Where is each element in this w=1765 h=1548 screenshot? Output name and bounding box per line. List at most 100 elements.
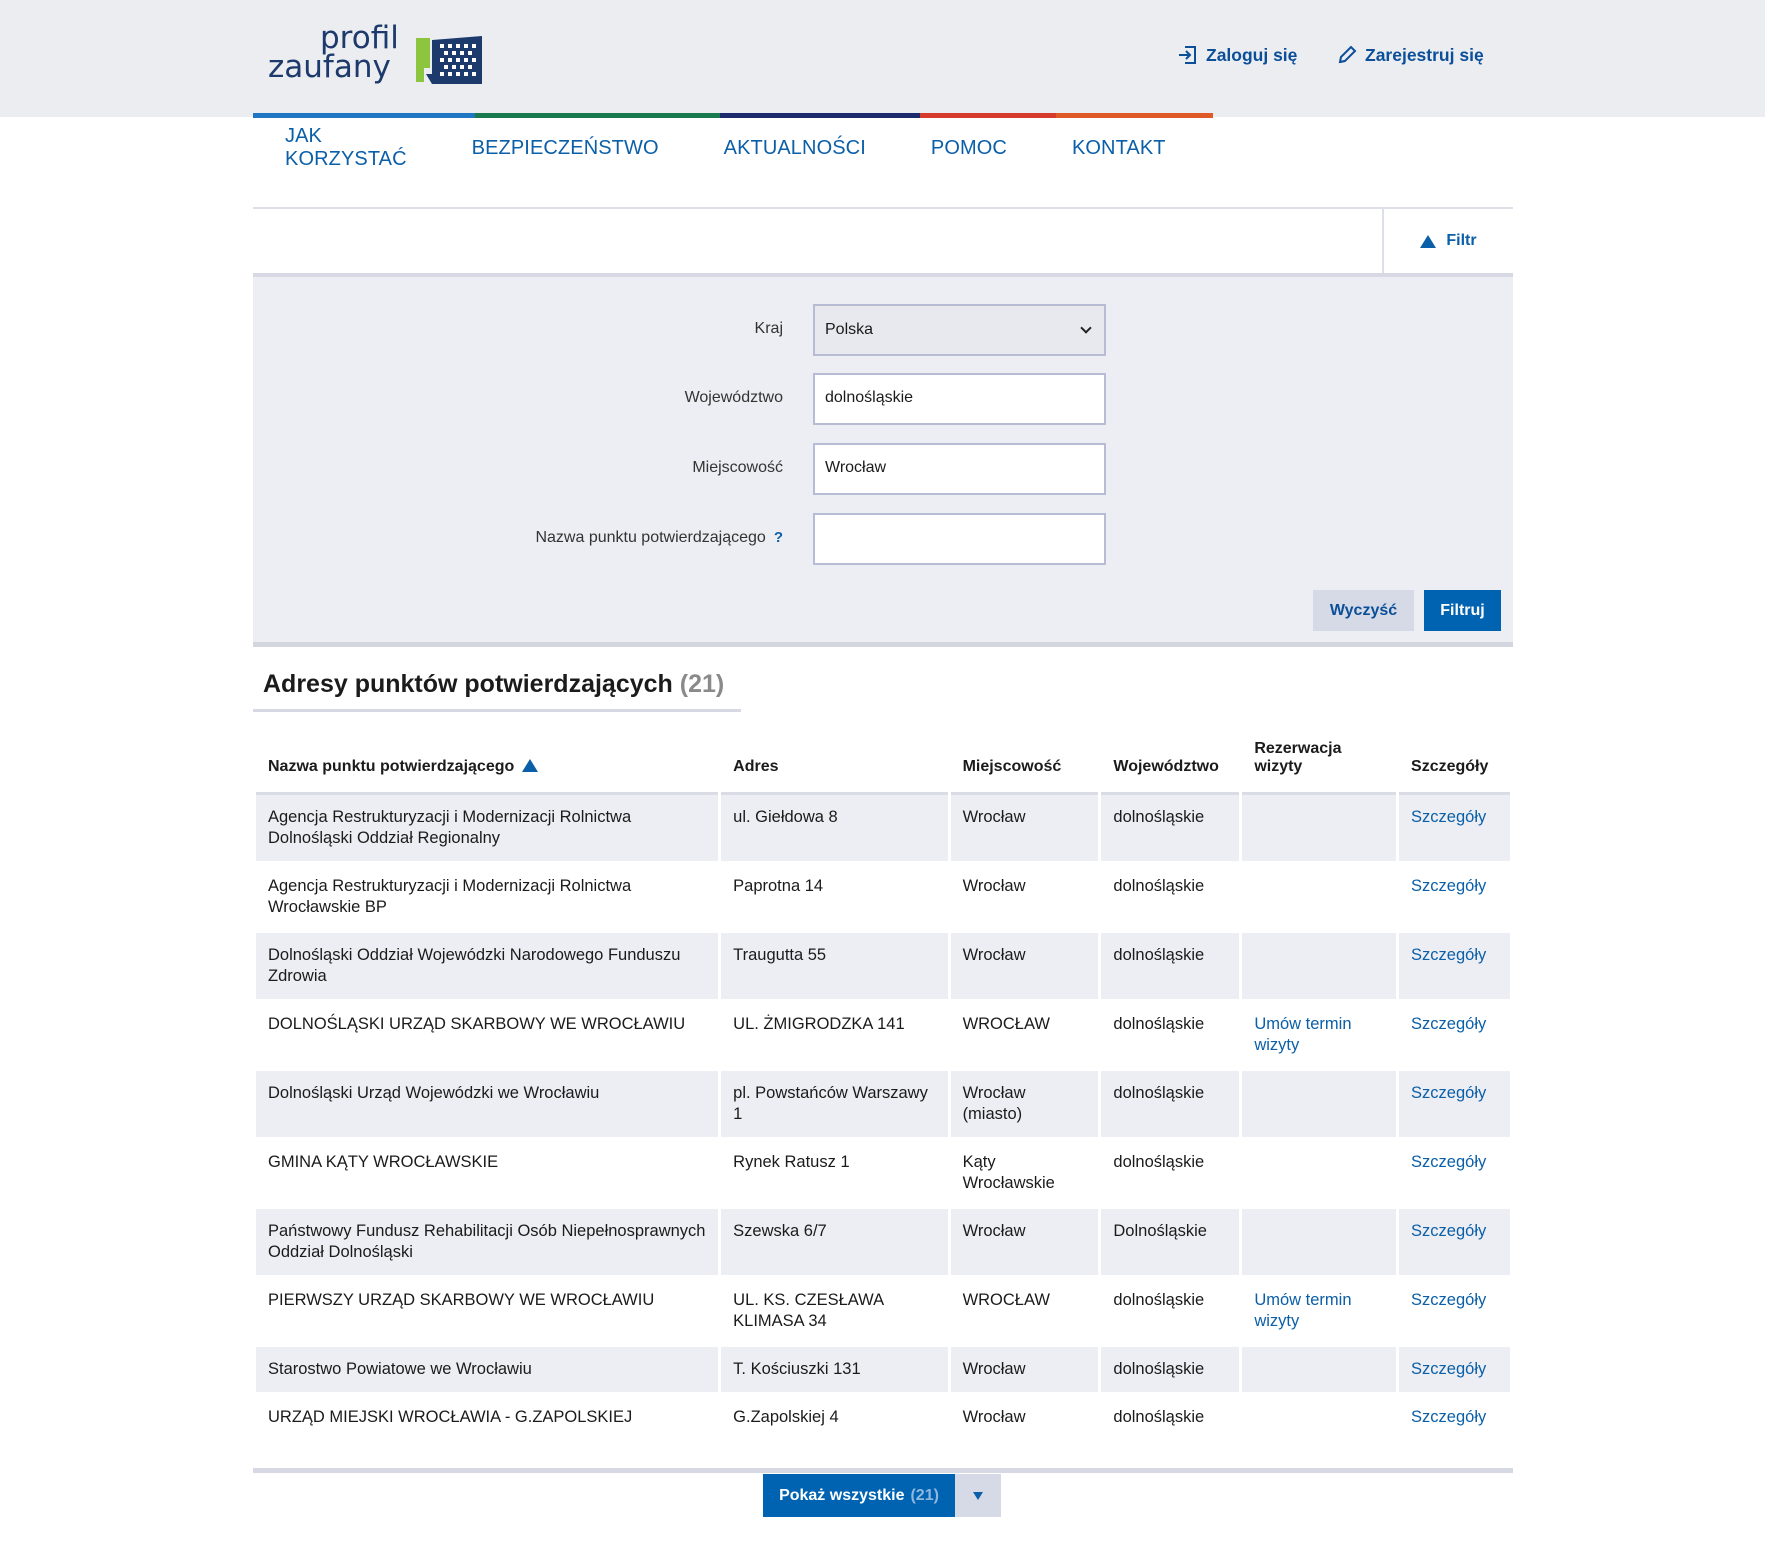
cell-voivodeship-text: dolnośląskie [1113, 877, 1205, 895]
cell-address: G.Zapolskiej 4 [721, 1395, 948, 1457]
register-link[interactable]: Zarejestruj się [1336, 44, 1484, 66]
cell-name-text: Dolnośląski Urząd Wojewódzki we Wrocławi… [268, 1084, 600, 1102]
cell-name: URZĄD MIEJSKI WROCŁAWIA - G.ZAPOLSKIEJ [256, 1395, 719, 1457]
cell-booking [1242, 1209, 1397, 1278]
details-link[interactable]: Szczegóły [1411, 1408, 1486, 1426]
city-input[interactable]: Wrocław [813, 443, 1106, 495]
cell-booking [1242, 864, 1397, 933]
show-all-button[interactable]: Pokaż wszystkie (21) [763, 1474, 955, 1517]
details-link[interactable]: Szczegóły [1411, 877, 1486, 895]
cell-name-text: DOLNOŚLĄSKI URZĄD SKARBOWY WE WROCŁAWIU [268, 1015, 686, 1033]
col-header-booking: Rezerwacja wizyty [1242, 740, 1397, 795]
col-header-name-label: Nazwa punktu potwierdzającego [268, 758, 515, 775]
filter-toggle-label: Filtr [1446, 232, 1477, 249]
register-label: Zarejestruj się [1365, 44, 1484, 65]
book-visit-link[interactable]: Umów termin wizyty [1254, 1291, 1351, 1330]
triangle-down-icon [973, 1491, 983, 1500]
nav-item-aktualnosci[interactable]: AKTUALNOŚCI [724, 137, 866, 160]
cell-details: Szczegóły [1399, 1002, 1510, 1071]
cell-address: UL. ŻMIGRODZKA 141 [721, 1002, 948, 1071]
table-row: PIERWSZY URZĄD SKARBOWY WE WROCŁAWIU UL. … [256, 1278, 1510, 1347]
cell-details: Szczegóły [1399, 795, 1510, 864]
details-link[interactable]: Szczegóły [1411, 1222, 1486, 1240]
cell-city-text: Wrocław [962, 946, 1026, 964]
cell-details: Szczegóły [1399, 1347, 1510, 1395]
point-name-label: Nazwa punktu potwierdzającego [535, 529, 766, 546]
cell-name: GMINA KĄTY WROCŁAWSKIE [256, 1140, 719, 1209]
cell-address: T. Kościuszki 131 [721, 1347, 948, 1395]
filter-row-voivodeship: Województwo dolnośląskie [253, 373, 1513, 425]
table-row: Państwowy Fundusz Rehabilitacji Osób Nie… [256, 1209, 1510, 1278]
col-header-city[interactable]: Miejscowość [950, 740, 1099, 795]
details-link[interactable]: Szczegóły [1411, 1360, 1486, 1378]
cell-voivodeship: dolnośląskie [1101, 1347, 1240, 1395]
show-all-control: Pokaż wszystkie (21) [763, 1474, 1001, 1517]
table-row: Dolnośląski Oddział Wojewódzki Narodoweg… [256, 933, 1510, 1002]
clear-button[interactable]: Wyczyść [1313, 590, 1414, 631]
cell-city: Kąty Wrocławskie [950, 1140, 1099, 1209]
cell-name: Agencja Restrukturyzacji i Modernizacji … [256, 864, 719, 933]
cell-city: WROCŁAW [950, 1278, 1099, 1347]
cell-voivodeship: dolnośląskie [1101, 933, 1240, 1002]
cell-address: UL. KS. CZESŁAWA KLIMASA 34 [721, 1278, 948, 1347]
help-icon[interactable]: ? [774, 529, 783, 546]
cell-address: Paprotna 14 [721, 864, 948, 933]
cell-city-text: Wrocław [962, 808, 1026, 826]
login-link[interactable]: Zaloguj się [1177, 44, 1297, 66]
cell-address-text: UL. KS. CZESŁAWA KLIMASA 34 [733, 1291, 884, 1330]
login-label: Zaloguj się [1206, 44, 1298, 65]
col-header-voivodeship[interactable]: Województwo [1101, 740, 1240, 795]
table-row: Starostwo Powiatowe we Wrocławiu T. Kości… [256, 1347, 1510, 1395]
filter-toggle-button[interactable]: Filtr [1382, 209, 1513, 273]
cell-name-text: GMINA KĄTY WROCŁAWSKIE [268, 1153, 499, 1171]
point-name-input[interactable] [813, 513, 1106, 565]
cell-voivodeship: dolnośląskie [1101, 795, 1240, 864]
results-title-text: Adresy punktów potwierdzających [263, 670, 673, 698]
cell-booking: Umów termin wizyty [1242, 1278, 1397, 1347]
col-header-address[interactable]: Adres [721, 740, 948, 795]
cell-voivodeship-text: dolnośląskie [1113, 1291, 1205, 1309]
filter-button[interactable]: Filtruj [1424, 590, 1501, 631]
details-link[interactable]: Szczegóły [1411, 1153, 1486, 1171]
results-title: Adresy punktów potwierdzających (21) [253, 670, 741, 712]
book-visit-link[interactable]: Umów termin wizyty [1254, 1015, 1351, 1054]
cell-address-text: Szewska 6/7 [733, 1222, 827, 1240]
cell-address: pl. Powstańców Warszawy 1 [721, 1071, 948, 1140]
table-row: Agencja Restrukturyzacji i Modernizacji … [256, 864, 1510, 933]
profil-zaufany-logo[interactable]: profil zaufany [268, 23, 492, 96]
details-link[interactable]: Szczegóły [1411, 1084, 1486, 1102]
cell-city-text: WROCŁAW [962, 1291, 1050, 1309]
cell-booking [1242, 1395, 1397, 1457]
cell-details: Szczegóły [1399, 1140, 1510, 1209]
nav-item-kontakt[interactable]: KONTAKT [1072, 137, 1166, 160]
country-select[interactable]: Polska [813, 304, 1106, 356]
nav-item-jak-korzystac[interactable]: JAK KORZYSTAĆ [285, 125, 407, 171]
cell-voivodeship: dolnośląskie [1101, 1071, 1240, 1140]
cell-name-text: PIERWSZY URZĄD SKARBOWY WE WROCŁAWIU [268, 1291, 655, 1309]
voivodeship-input[interactable]: dolnośląskie [813, 373, 1106, 425]
cell-booking: Umów termin wizyty [1242, 1002, 1397, 1071]
filter-row-point-name: Nazwa punktu potwierdzającego? [253, 513, 1513, 565]
cell-voivodeship-text: dolnośląskie [1113, 1408, 1205, 1426]
cell-name-text: Dolnośląski Oddział Wojewódzki Narodoweg… [268, 946, 681, 985]
show-all-dropdown-button[interactable] [955, 1474, 1001, 1517]
details-link[interactable]: Szczegóły [1411, 808, 1486, 826]
col-header-name[interactable]: Nazwa punktu potwierdzającego [256, 740, 719, 795]
cell-name: PIERWSZY URZĄD SKARBOWY WE WROCŁAWIU [256, 1278, 719, 1347]
details-link[interactable]: Szczegóły [1411, 1291, 1486, 1309]
nav-item-pomoc[interactable]: POMOC [931, 137, 1007, 160]
cell-voivodeship: dolnośląskie [1101, 1002, 1240, 1071]
logo-line2: zaufany [268, 49, 391, 85]
cell-voivodeship-text: dolnośląskie [1113, 808, 1205, 826]
cell-voivodeship-text: Dolnośląskie [1113, 1222, 1207, 1240]
details-link[interactable]: Szczegóły [1411, 946, 1486, 964]
table-row: Dolnośląski Urząd Wojewódzki we Wrocławi… [256, 1071, 1510, 1140]
voivodeship-label: Województwo [684, 389, 783, 406]
details-link[interactable]: Szczegóły [1411, 1015, 1486, 1033]
nav-item-bezpieczenstwo[interactable]: BEZPIECZEŃSTWO [472, 137, 659, 160]
cell-booking [1242, 1140, 1397, 1209]
triangle-up-icon [1420, 234, 1437, 248]
filter-panel: Kraj Polska Województwo dolnośląskie Mie… [253, 277, 1513, 647]
cell-details: Szczegóły [1399, 864, 1510, 933]
cell-city: Wrocław [950, 1209, 1099, 1278]
